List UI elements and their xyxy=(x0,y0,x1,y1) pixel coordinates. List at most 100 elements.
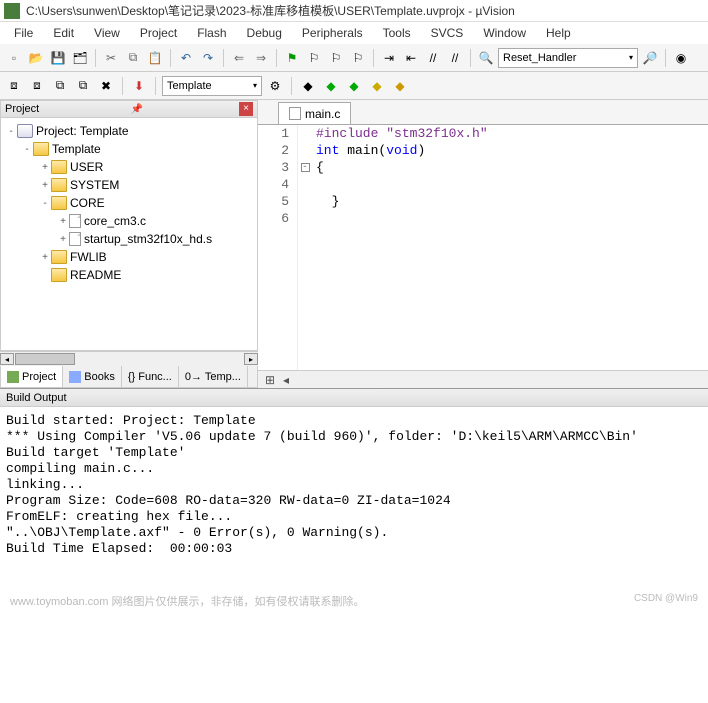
uncomment-icon[interactable]: // xyxy=(445,48,465,68)
target-combo[interactable]: Template ▾ xyxy=(162,76,262,96)
toggle-icon[interactable]: - xyxy=(39,198,51,209)
rebuild-icon[interactable]: ⧉ xyxy=(50,76,70,96)
code-line[interactable]: #include "stm32f10x.h" xyxy=(316,125,708,142)
code-line[interactable] xyxy=(316,210,708,227)
find-icon[interactable]: 🔍 xyxy=(476,48,496,68)
bookmark-prev-icon[interactable]: ⚐ xyxy=(304,48,324,68)
file-icon xyxy=(289,107,301,120)
tab-books[interactable]: Books xyxy=(63,366,122,387)
outdent-icon[interactable]: ⇤ xyxy=(401,48,421,68)
build-output-panel: Build Output Build started: Project: Tem… xyxy=(0,388,708,567)
toggle-icon[interactable]: - xyxy=(5,126,17,137)
paste-icon[interactable]: 📋 xyxy=(145,48,165,68)
folder-icon xyxy=(51,178,67,192)
nav-back-icon[interactable]: ⇐ xyxy=(229,48,249,68)
tree-group-core[interactable]: - CORE xyxy=(3,194,255,212)
download-icon[interactable]: ⬇ xyxy=(129,76,149,96)
tree-group-fwlib[interactable]: + FWLIB xyxy=(3,248,255,266)
indent-icon[interactable]: ⇥ xyxy=(379,48,399,68)
menu-debug[interactable]: Debug xyxy=(237,24,292,42)
packs-icon[interactable]: ◆ xyxy=(321,76,341,96)
fold-icon[interactable]: - xyxy=(301,163,310,172)
menu-svcs[interactable]: SVCS xyxy=(421,24,474,42)
editor-h-scrollbar[interactable]: ⊞ ◂ xyxy=(258,370,708,388)
project-panel: Project 📌 × - Project: Template - Templa… xyxy=(0,100,258,388)
menu-peripherals[interactable]: Peripherals xyxy=(292,24,373,42)
options-icon[interactable]: ⚙ xyxy=(265,76,285,96)
separator xyxy=(291,77,292,95)
translate-icon[interactable]: ⧈ xyxy=(4,76,24,96)
code-line[interactable]: { xyxy=(316,159,708,176)
save-icon[interactable]: 💾 xyxy=(48,48,68,68)
code-line[interactable]: int main(void) xyxy=(316,142,708,159)
undo-icon[interactable]: ↶ xyxy=(176,48,196,68)
help-icon[interactable]: ◆ xyxy=(390,76,410,96)
tab-functions[interactable]: {} Func... xyxy=(122,366,179,387)
tree-group-system[interactable]: + SYSTEM xyxy=(3,176,255,194)
save-all-icon[interactable]: 🗂 xyxy=(70,48,90,68)
scroll-left-icon[interactable]: ◂ xyxy=(278,373,294,387)
redo-icon[interactable]: ↷ xyxy=(198,48,218,68)
menu-project[interactable]: Project xyxy=(130,24,187,42)
batch-build-icon[interactable]: ⧉ xyxy=(73,76,93,96)
manage-icon[interactable]: ◆ xyxy=(298,76,318,96)
new-icon[interactable]: ▫ xyxy=(4,48,24,68)
code-line[interactable] xyxy=(316,176,708,193)
menu-window[interactable]: Window xyxy=(473,24,536,42)
h-scrollbar[interactable]: ◂ ▸ xyxy=(0,351,258,366)
code-view[interactable]: 1 2 3 4 5 6 - #include "stm32f10x.h" int… xyxy=(258,124,708,370)
comment-icon[interactable]: // xyxy=(423,48,443,68)
tree-file-core-cm3[interactable]: + core_cm3.c xyxy=(3,212,255,230)
scroll-right-icon[interactable]: ▸ xyxy=(244,353,258,365)
nav-fwd-icon[interactable]: ⇒ xyxy=(251,48,271,68)
toggle-icon[interactable]: + xyxy=(39,162,51,173)
tab-templates[interactable]: 0→ Temp... xyxy=(179,366,248,387)
cut-icon[interactable]: ✂ xyxy=(101,48,121,68)
debug-icon[interactable]: ◉ xyxy=(671,48,691,68)
project-tree[interactable]: - Project: Template - Template + USER + … xyxy=(0,118,258,351)
menu-edit[interactable]: Edit xyxy=(43,24,84,42)
build-line: *** Using Compiler 'V5.06 update 7 (buil… xyxy=(6,429,702,445)
go-to-combo[interactable]: Reset_Handler ▾ xyxy=(498,48,638,68)
books-icon[interactable]: ◆ xyxy=(367,76,387,96)
toggle-icon[interactable]: + xyxy=(39,252,51,263)
separator xyxy=(665,49,666,67)
toggle-icon[interactable]: - xyxy=(21,144,33,155)
bookmark-clear-icon[interactable]: ⚐ xyxy=(348,48,368,68)
toggle-icon[interactable]: + xyxy=(39,180,51,191)
pin-icon[interactable]: 📌 xyxy=(131,104,143,115)
tree-target[interactable]: - Template xyxy=(3,140,255,158)
split-icon[interactable]: ⊞ xyxy=(262,373,278,387)
tree-root[interactable]: - Project: Template xyxy=(3,122,255,140)
menu-file[interactable]: File xyxy=(4,24,43,42)
build-output-body[interactable]: Build started: Project: Template *** Usi… xyxy=(0,407,708,567)
tab-project[interactable]: Project xyxy=(1,366,63,387)
tree-file-startup[interactable]: + startup_stm32f10x_hd.s xyxy=(3,230,255,248)
build-icon[interactable]: ⧈ xyxy=(27,76,47,96)
code-lines[interactable]: #include "stm32f10x.h" int main(void) { … xyxy=(312,125,708,370)
file-tab-main[interactable]: main.c xyxy=(278,102,351,124)
toggle-icon[interactable]: + xyxy=(57,234,69,245)
open-icon[interactable]: 📂 xyxy=(26,48,46,68)
scroll-thumb[interactable] xyxy=(15,353,75,365)
close-icon[interactable]: × xyxy=(239,102,253,116)
scroll-left-icon[interactable]: ◂ xyxy=(0,353,14,365)
toggle-icon[interactable]: + xyxy=(57,216,69,227)
copy-icon[interactable]: ⧉ xyxy=(123,48,143,68)
code-line[interactable]: } xyxy=(316,193,708,210)
tree-group-readme[interactable]: README xyxy=(3,266,255,284)
build-line: FromELF: creating hex file... xyxy=(6,509,702,525)
tree-label: README xyxy=(70,268,121,282)
fold-column[interactable]: - xyxy=(298,125,312,370)
menu-view[interactable]: View xyxy=(84,24,130,42)
menu-flash[interactable]: Flash xyxy=(187,24,236,42)
target-label: Template xyxy=(167,80,212,92)
rte-icon[interactable]: ◆ xyxy=(344,76,364,96)
go-button-icon[interactable]: 🔎 xyxy=(640,48,660,68)
menu-tools[interactable]: Tools xyxy=(373,24,421,42)
bookmark-next-icon[interactable]: ⚐ xyxy=(326,48,346,68)
stop-build-icon[interactable]: ✖ xyxy=(96,76,116,96)
tree-group-user[interactable]: + USER xyxy=(3,158,255,176)
bookmark-toggle-icon[interactable]: ⚑ xyxy=(282,48,302,68)
menu-help[interactable]: Help xyxy=(536,24,581,42)
